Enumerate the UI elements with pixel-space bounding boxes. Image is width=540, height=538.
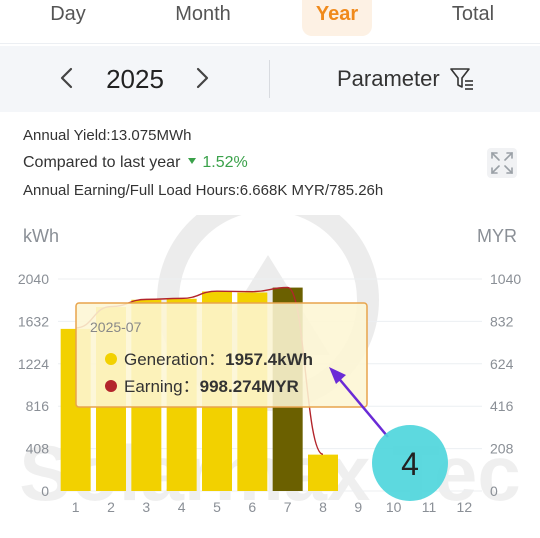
x-tick-label: 11 — [422, 499, 437, 515]
tab-year[interactable]: Year — [302, 0, 372, 36]
x-tick-label: 7 — [284, 499, 292, 515]
tab-day[interactable]: Day — [30, 0, 106, 36]
increase-arrow-icon — [188, 158, 197, 164]
y-tick-right: 416 — [490, 398, 514, 414]
y-tick-right: 1040 — [490, 271, 521, 287]
tooltip-earning-value: 998.274MYR — [200, 377, 299, 396]
x-tick-label: 9 — [354, 499, 362, 515]
y-tick-right: 208 — [490, 441, 514, 457]
parameter-button[interactable]: Parameter — [337, 66, 440, 92]
tooltip-earning-row: Earning：998.274MYR — [124, 377, 299, 396]
x-tick-label: 4 — [178, 499, 186, 515]
x-tick-label: 1 — [72, 499, 80, 515]
date-selector-bar: 2025 Parameter — [0, 46, 540, 112]
earning-legend-dot — [105, 380, 117, 392]
right-axis-unit: MYR — [477, 226, 517, 246]
chevron-left-icon[interactable] — [55, 66, 79, 90]
x-tick-label: 8 — [319, 499, 327, 515]
annotation-badge: 4 — [372, 425, 448, 501]
tooltip-date: 2025-07 — [90, 319, 142, 335]
year-label[interactable]: 2025 — [94, 64, 176, 95]
tooltip-earning-label: Earning： — [124, 377, 200, 396]
left-axis-unit: kWh — [23, 226, 59, 246]
generation-bar — [308, 454, 338, 491]
x-tick-label: 6 — [248, 499, 256, 515]
annotation-number: 4 — [401, 446, 419, 482]
expand-icon[interactable] — [487, 148, 517, 178]
tooltip: 2025-07 Generation：1957.4kWh Earning：998… — [75, 302, 368, 408]
x-tick-label: 2 — [107, 499, 115, 515]
yield-chart[interactable]: Solarmax Tec kWh MYR 0 0408 208816 4161224 6… — [0, 215, 540, 538]
annual-earning: Annual Earning/Full Load Hours:6.668K MY… — [23, 182, 384, 199]
y-tick-left: 1632 — [18, 313, 49, 329]
annual-yield: Annual Yield:13.075MWh — [23, 127, 192, 144]
y-tick-right: 624 — [490, 356, 514, 372]
tooltip-generation-row: Generation：1957.4kWh — [124, 350, 313, 369]
y-tick-left: 0 — [41, 483, 49, 499]
x-tick-label: 3 — [142, 499, 150, 515]
y-tick-left: 1224 — [18, 356, 49, 372]
tab-month[interactable]: Month — [160, 0, 246, 36]
x-tick-label: 5 — [213, 499, 221, 515]
tooltip-generation-value: 1957.4kWh — [225, 350, 313, 369]
chevron-right-icon[interactable] — [190, 66, 214, 90]
period-tabs: Day Month Year Total — [0, 0, 540, 44]
y-tick-left: 408 — [26, 441, 50, 457]
divider — [269, 60, 270, 98]
y-tick-right: 0 — [490, 483, 498, 499]
y-tick-right: 832 — [490, 313, 514, 329]
generation-legend-dot — [105, 353, 117, 365]
x-tick-label: 10 — [386, 499, 402, 515]
compared-to-last-year: Compared to last year 1.52% — [23, 154, 248, 172]
tooltip-generation-label: Generation： — [124, 350, 225, 369]
filter-icon[interactable] — [450, 68, 474, 90]
y-tick-left: 2040 — [18, 271, 49, 287]
compared-value: 1.52% — [202, 154, 248, 171]
x-tick-label: 12 — [457, 499, 473, 515]
tab-total[interactable]: Total — [430, 0, 516, 36]
y-tick-left: 816 — [26, 398, 50, 414]
compared-label: Compared to last year — [23, 154, 181, 171]
